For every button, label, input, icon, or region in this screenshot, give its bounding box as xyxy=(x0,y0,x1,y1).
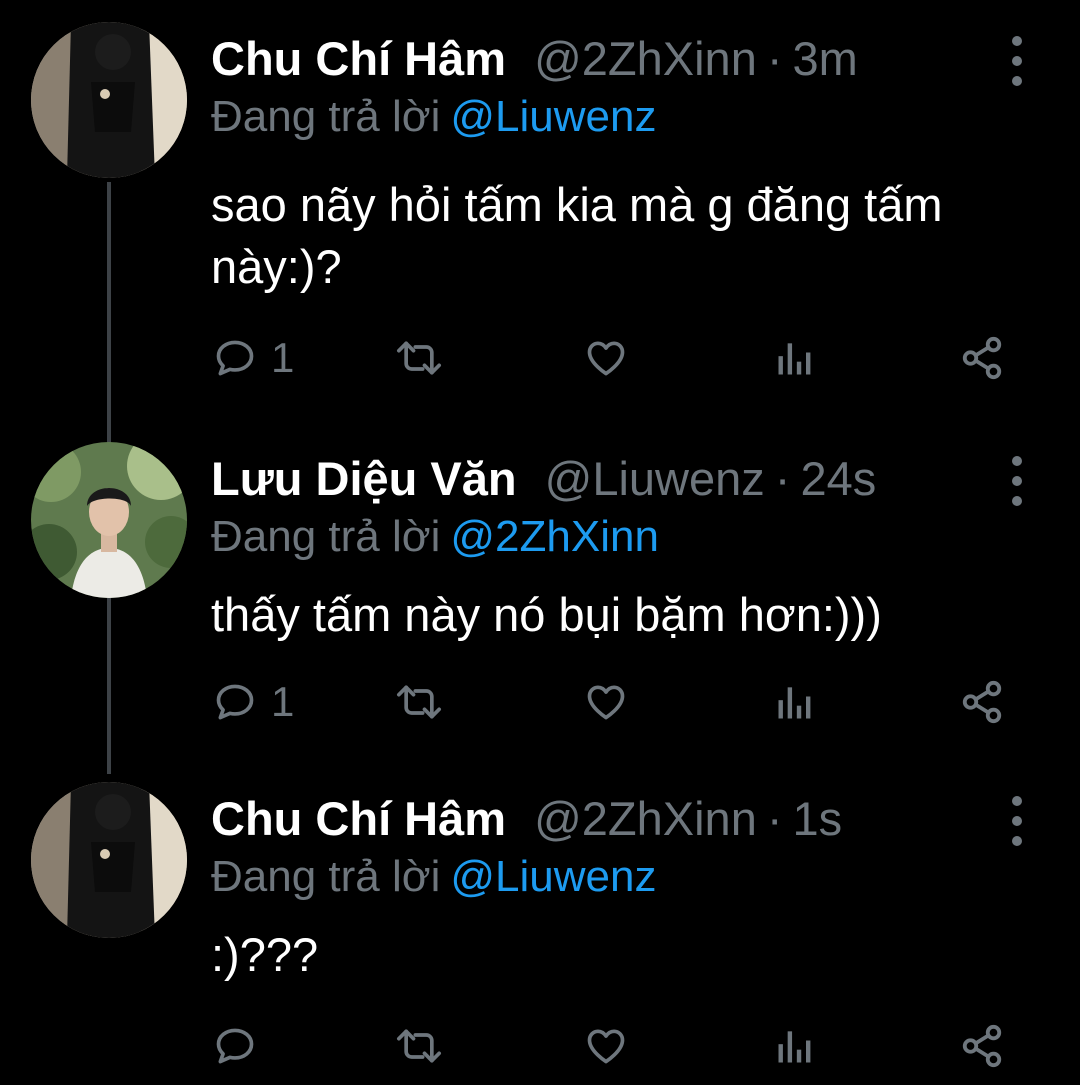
display-name[interactable]: Chu Chí Hâm xyxy=(211,791,506,846)
share-icon xyxy=(962,336,1002,380)
tweet-actions: 1 xyxy=(211,330,1021,386)
more-options-icon[interactable] xyxy=(1003,456,1031,506)
replying-to-handle[interactable]: @2ZhXinn xyxy=(450,512,659,561)
reply-icon xyxy=(216,684,254,720)
retweet-icon xyxy=(397,341,441,375)
avatar[interactable] xyxy=(31,782,187,938)
heart-icon xyxy=(587,1029,625,1064)
separator-dot: · xyxy=(766,791,783,845)
tweet-header: Lưu Diệu Văn @Liuwenz · 24s xyxy=(211,446,876,510)
heart-icon xyxy=(587,685,625,720)
avatar[interactable] xyxy=(31,442,187,598)
timestamp[interactable]: 1s xyxy=(793,791,843,846)
display-name[interactable]: Chu Chí Hâm xyxy=(211,31,506,86)
tweet-header: Chu Chí Hâm @2ZhXinn · 3m xyxy=(211,26,858,90)
timestamp[interactable]: 3m xyxy=(793,31,858,86)
user-handle[interactable]: @2ZhXinn xyxy=(534,31,757,86)
retweet-icon xyxy=(397,1029,441,1063)
heart-icon xyxy=(587,341,625,376)
replying-to-label: Đang trả lời xyxy=(211,92,441,141)
tweet-actions: 1 xyxy=(211,674,1021,730)
tweet-header: Chu Chí Hâm @2ZhXinn · 1s xyxy=(211,786,842,850)
separator-dot: · xyxy=(774,451,791,505)
analytics-button[interactable] xyxy=(773,674,817,730)
more-options-icon[interactable] xyxy=(1003,796,1031,846)
separator-dot: · xyxy=(766,31,783,85)
analytics-button[interactable] xyxy=(773,1018,817,1074)
reply-button[interactable] xyxy=(213,1018,271,1074)
avatar[interactable] xyxy=(31,22,187,178)
retweet-button[interactable] xyxy=(395,674,443,730)
replying-to: Đang trả lời @2ZhXinn xyxy=(211,512,659,562)
user-handle[interactable]: @Liuwenz xyxy=(545,451,765,506)
replying-to: Đang trả lời @Liuwenz xyxy=(211,92,657,142)
tweet-text: :)??? xyxy=(211,928,319,981)
reply-count: 1 xyxy=(271,334,295,381)
more-options-icon[interactable] xyxy=(1003,36,1031,86)
reply-button[interactable]: 1 xyxy=(213,330,294,386)
user-handle[interactable]: @2ZhXinn xyxy=(534,791,757,846)
share-button[interactable] xyxy=(959,674,1005,730)
replying-to-handle[interactable]: @Liuwenz xyxy=(450,92,656,141)
tweet-text: thấy tấm này nó bụi bặm hơn:))) xyxy=(211,588,882,641)
replying-to-label: Đang trả lời xyxy=(211,512,441,561)
like-button[interactable] xyxy=(583,1018,629,1074)
replying-to-handle[interactable]: @Liuwenz xyxy=(450,852,656,901)
reply-icon xyxy=(216,1028,254,1064)
share-button[interactable] xyxy=(959,330,1005,386)
timestamp[interactable]: 24s xyxy=(800,451,876,506)
display-name[interactable]: Lưu Diệu Văn xyxy=(211,451,517,506)
analytics-icon xyxy=(778,1031,811,1063)
reply-icon xyxy=(216,340,254,376)
replying-to-label: Đang trả lời xyxy=(211,852,441,901)
retweet-button[interactable] xyxy=(395,330,443,386)
tweet-actions xyxy=(211,1018,1021,1074)
retweet-icon xyxy=(397,685,441,719)
retweet-button[interactable] xyxy=(395,1018,443,1074)
analytics-icon xyxy=(778,687,811,719)
share-icon xyxy=(962,1024,1002,1068)
replying-to: Đang trả lời @Liuwenz xyxy=(211,852,657,902)
analytics-icon xyxy=(778,343,811,375)
reply-button[interactable]: 1 xyxy=(213,674,294,730)
reply-count: 1 xyxy=(271,678,295,725)
tweet-text: sao nãy hỏi tấm kia mà g đăng tấm này:)? xyxy=(211,178,943,293)
like-button[interactable] xyxy=(583,330,629,386)
share-button[interactable] xyxy=(959,1018,1005,1074)
like-button[interactable] xyxy=(583,674,629,730)
share-icon xyxy=(962,680,1002,724)
analytics-button[interactable] xyxy=(773,330,817,386)
